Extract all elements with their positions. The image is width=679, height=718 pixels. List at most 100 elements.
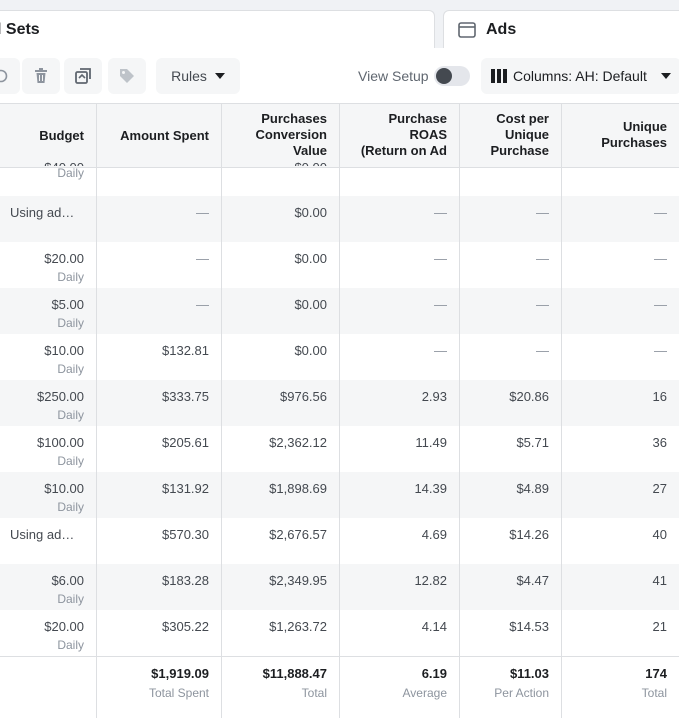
cell-unique-purchases-value: 27 bbox=[652, 481, 667, 496]
total-value: $11,888.47 bbox=[262, 666, 327, 681]
total-caption: Average bbox=[402, 686, 447, 700]
cell-amount-spent-value: — bbox=[196, 297, 209, 312]
cell-cost-per-unique-purchase: $4.89 bbox=[460, 472, 562, 518]
budget-type-label: Daily bbox=[57, 500, 84, 514]
cell-budget: $100.00 Daily bbox=[0, 426, 97, 472]
cell-unique-purchases: — bbox=[562, 334, 679, 380]
cell-purchase-roas-value: — bbox=[434, 205, 447, 220]
toolbar: Rules View Setup Columns: AH: Default bbox=[0, 48, 679, 104]
cell-purchase-roas: 2.93 bbox=[340, 380, 460, 426]
cell-purchase-roas: — bbox=[340, 242, 460, 288]
level-tabs: l Sets Ads bbox=[0, 0, 679, 50]
cell-unique-purchases: 36 bbox=[562, 426, 679, 472]
table-row[interactable]: $6.00 Daily $183.28 $2,349.95 12.82 $4.47 41 bbox=[0, 564, 679, 610]
cell-purchases-conversion-value: $1,898.69 bbox=[222, 472, 340, 518]
table-row[interactable]: $10.00 Daily $131.92 $1,898.69 14.39 $4.89 27 bbox=[0, 472, 679, 518]
total-value: 174 bbox=[645, 666, 667, 681]
tab-ad-sets[interactable]: l Sets bbox=[0, 10, 435, 48]
header-purchases-conversion-value[interactable]: Purchases Conversion Value bbox=[222, 104, 340, 167]
cell-cost-per-unique-purchase-value: — bbox=[536, 251, 549, 266]
cell-purchases-conversion-value-value: $0.00 bbox=[294, 297, 327, 312]
cell-budget-value: $5.00 bbox=[51, 297, 84, 312]
cell-purchases-conversion-value: $1,263.72 bbox=[222, 610, 340, 656]
total-cpup: $11.03 Per Action bbox=[460, 657, 562, 718]
table-row[interactable]: $10.00 Daily $132.81 $0.00 — — — bbox=[0, 334, 679, 380]
cell-amount-spent-value: $205.61 bbox=[162, 435, 209, 450]
cell-amount-spent: $183.28 bbox=[97, 564, 222, 610]
cell-cost-per-unique-purchase: — bbox=[460, 242, 562, 288]
cell-budget-value: $10.00 bbox=[44, 343, 84, 358]
total-value: $1,919.09 bbox=[151, 666, 209, 681]
cell-amount-spent: — bbox=[97, 288, 222, 334]
table-row[interactable]: $5.00 Daily — $0.00 — — — bbox=[0, 288, 679, 334]
table-row[interactable]: Using ad… $570.30 $2,676.57 4.69 $14.26 40 bbox=[0, 518, 679, 564]
total-caption: Per Action bbox=[494, 686, 549, 700]
total-budget bbox=[0, 657, 97, 718]
cell-cost-per-unique-purchase: $14.53 bbox=[460, 610, 562, 656]
tag-button[interactable] bbox=[108, 58, 146, 94]
cell-purchase-roas-value: 14.39 bbox=[414, 481, 447, 496]
total-spent: $1,919.09 Total Spent bbox=[97, 657, 222, 718]
cell-purchases-conversion-value: $2,349.95 bbox=[222, 564, 340, 610]
columns-dropdown[interactable]: Columns: AH: Default bbox=[481, 58, 679, 94]
header-cost-per-unique-purchase[interactable]: Cost per Unique Purchase bbox=[460, 104, 562, 167]
cell-budget: $10.00 Daily bbox=[0, 334, 97, 380]
toggle-button[interactable] bbox=[0, 58, 20, 94]
cell-unique-purchases-value: — bbox=[654, 251, 667, 266]
cell-purchase-roas: — bbox=[340, 196, 460, 242]
cell-budget-value: Using ad… bbox=[10, 527, 75, 542]
view-setup-toggle[interactable] bbox=[434, 66, 470, 86]
cell-budget-value: $20.00 bbox=[44, 251, 84, 266]
columns-icon bbox=[491, 69, 507, 83]
cell-budget-value: $250.00 bbox=[37, 389, 84, 404]
header-budget[interactable]: Budget bbox=[0, 104, 97, 167]
data-table: Budget Amount Spent Purchases Conversion… bbox=[0, 104, 679, 718]
cell-purchase-roas-value: 12.82 bbox=[414, 573, 447, 588]
cell-budget-value: $10.00 bbox=[44, 481, 84, 496]
cell-budget-value: Using ad… bbox=[10, 205, 75, 220]
cell-unique-purchases: 40 bbox=[562, 518, 679, 564]
table-row[interactable]: $250.00 Daily $333.75 $976.56 2.93 $20.86 16 bbox=[0, 380, 679, 426]
cell-cost-per-unique-purchase: $14.26 bbox=[460, 518, 562, 564]
cell-amount-spent-value: $333.75 bbox=[162, 389, 209, 404]
budget-type-label: Daily bbox=[57, 316, 84, 330]
cell-cost-per-unique-purchase: $5.71 bbox=[460, 426, 562, 472]
total-caption: Total bbox=[641, 686, 667, 700]
header-unique-purchases[interactable]: Unique Purchases bbox=[562, 104, 679, 167]
cell-purchase-roas: 4.14 bbox=[340, 610, 460, 656]
cell-unique-purchases-value: 41 bbox=[652, 573, 667, 588]
cell-budget: $250.00 Daily bbox=[0, 380, 97, 426]
rules-dropdown[interactable]: Rules bbox=[156, 58, 240, 94]
table-row[interactable]: $20.00 Daily $305.22 $1,263.72 4.14 $14.53 21 bbox=[0, 610, 679, 656]
cell-cost-per-unique-purchase-value: — bbox=[536, 205, 549, 220]
table-row-partial: $40.00 Daily $0.00 bbox=[0, 160, 679, 196]
cell-budget-value: $6.00 bbox=[51, 573, 84, 588]
cell-purchase-roas-value: 11.49 bbox=[415, 435, 447, 450]
budget-type-label: Daily bbox=[57, 408, 84, 422]
cell-purchases-conversion-value: $0.00 bbox=[222, 334, 340, 380]
cell-amount-spent: $570.30 bbox=[97, 518, 222, 564]
tab-ads[interactable]: Ads bbox=[443, 10, 679, 48]
table-row[interactable]: Using ad… — $0.00 — — — bbox=[0, 196, 679, 242]
columns-label: Columns: AH: Default bbox=[513, 68, 647, 84]
table-row[interactable]: $100.00 Daily $205.61 $2,362.12 11.49 $5.71 36 bbox=[0, 426, 679, 472]
delete-button[interactable] bbox=[22, 58, 60, 94]
budget-type-label: Daily bbox=[57, 638, 84, 652]
caret-down-icon bbox=[214, 73, 225, 79]
duplicate-button[interactable] bbox=[64, 58, 102, 94]
cell-budget: Using ad… bbox=[0, 196, 97, 242]
cell-purchases-conversion-value-value: $0.00 bbox=[294, 205, 327, 220]
cell-unique-purchases-value: 16 bbox=[652, 389, 667, 404]
cell-purchase-roas-value: 2.93 bbox=[421, 389, 447, 404]
table-row[interactable]: $20.00 Daily — $0.00 — — — bbox=[0, 242, 679, 288]
cell-purchase-roas: 14.39 bbox=[340, 472, 460, 518]
cell-purchases-conversion-value: $0.00 bbox=[222, 288, 340, 334]
header-purchase-roas[interactable]: Purchase ROAS (Return on Ad bbox=[340, 104, 460, 167]
cell-purchases-conversion-value: $976.56 bbox=[222, 380, 340, 426]
cell-unique-purchases: — bbox=[562, 288, 679, 334]
cell-amount-spent-value: — bbox=[196, 205, 209, 220]
header-amount-spent[interactable]: Amount Spent bbox=[97, 104, 222, 167]
cell-cost-per-unique-purchase: $20.86 bbox=[460, 380, 562, 426]
cell-cost-per-unique-purchase: — bbox=[460, 334, 562, 380]
cell-purchases-conversion-value-value: $1,898.69 bbox=[269, 481, 327, 496]
